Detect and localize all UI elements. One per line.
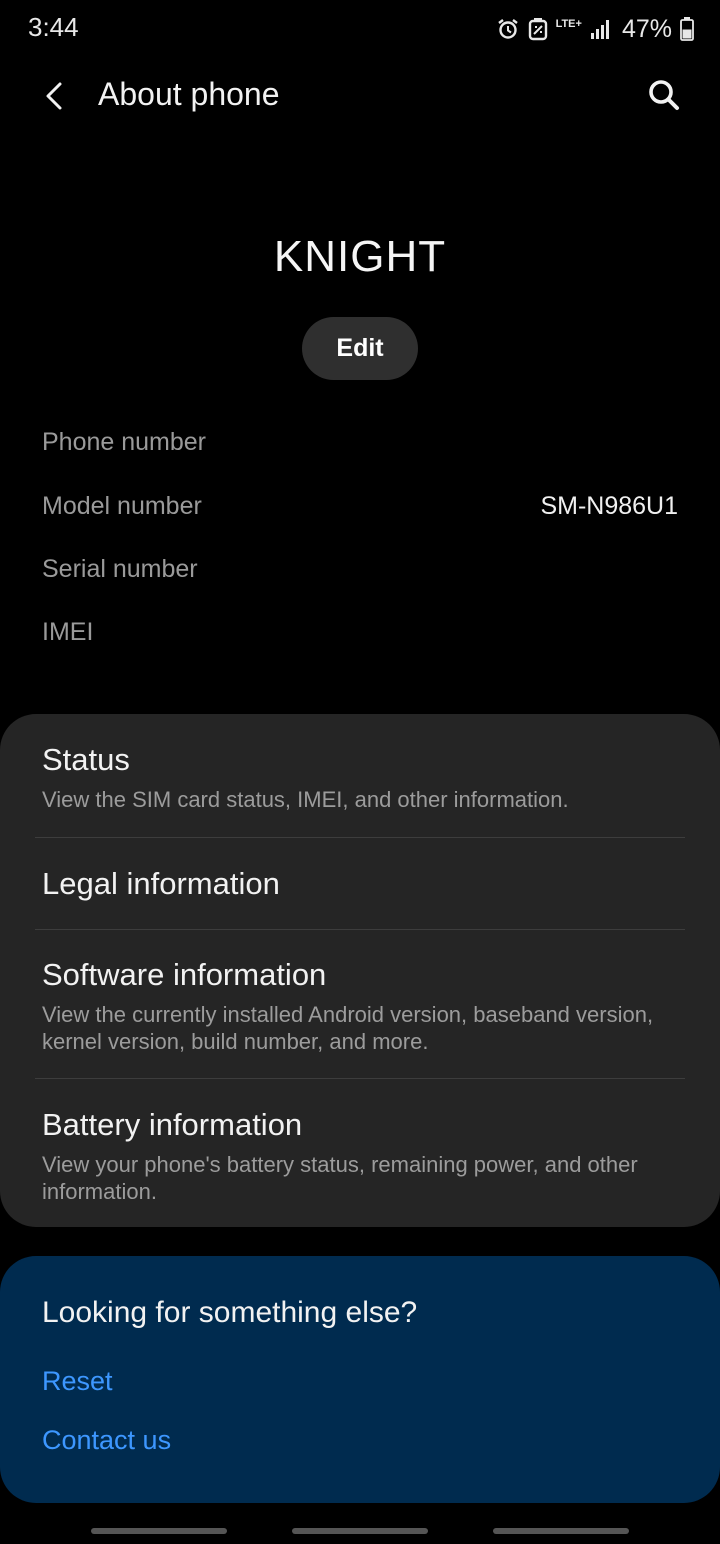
status-icons: LTE+ 47% — [496, 12, 694, 46]
menu-item-title: Battery information — [42, 1107, 303, 1142]
signal-icon — [590, 18, 612, 40]
model-number-value: SM-N986U1 — [540, 492, 678, 520]
network-type-icon: LTE+ — [555, 17, 582, 30]
menu-item-software-information[interactable]: Software information View the currently … — [42, 957, 682, 1055]
imei-row: IMEI — [42, 618, 678, 658]
nav-home-handle[interactable] — [292, 1528, 428, 1534]
phone-number-label: Phone number — [42, 428, 207, 456]
about-menu-card: Status View the SIM card status, IMEI, a… — [0, 714, 720, 1227]
device-name: KNIGHT — [273, 232, 447, 281]
menu-item-title: Status — [42, 742, 130, 777]
help-title: Looking for something else? — [42, 1296, 418, 1329]
phone-number-row: Phone number — [42, 428, 678, 468]
serial-number-label: Serial number — [42, 555, 198, 583]
navigation-bar — [0, 1510, 720, 1544]
model-number-row: Model number SM-N986U1 — [42, 492, 678, 532]
search-icon — [644, 80, 684, 119]
data-saver-icon — [528, 17, 548, 41]
search-button[interactable] — [644, 75, 684, 115]
contact-us-link[interactable]: Contact us — [42, 1425, 171, 1456]
edit-button[interactable]: Edit — [302, 317, 418, 380]
nav-back-handle[interactable] — [493, 1528, 629, 1534]
status-time: 3:44 — [28, 12, 79, 42]
reset-link[interactable]: Reset — [42, 1366, 113, 1397]
menu-item-status[interactable]: Status View the SIM card status, IMEI, a… — [42, 742, 682, 813]
status-bar: 3:44 LTE+ 47% — [0, 0, 720, 58]
model-number-label: Model number — [42, 492, 202, 520]
battery-icon — [680, 17, 694, 41]
help-card: Looking for something else? Reset Contac… — [0, 1256, 720, 1503]
alarm-icon — [496, 17, 520, 41]
menu-item-battery-information[interactable]: Battery information View your phone's ba… — [42, 1107, 682, 1205]
divider — [35, 837, 685, 838]
page-title: About phone — [98, 76, 280, 112]
imei-label: IMEI — [42, 618, 94, 646]
divider — [35, 929, 685, 930]
menu-item-title: Software information — [42, 957, 327, 992]
nav-recents-handle[interactable] — [91, 1528, 227, 1534]
back-arrow-icon — [36, 82, 76, 120]
menu-item-title: Legal information — [42, 866, 280, 901]
app-bar: About phone — [0, 58, 720, 134]
menu-item-subtitle: View the currently installed Android ver… — [42, 1002, 654, 1054]
back-button[interactable] — [36, 76, 76, 116]
serial-number-row: Serial number — [42, 555, 678, 595]
menu-item-subtitle: View the SIM card status, IMEI, and othe… — [42, 787, 569, 812]
battery-percentage: 47% — [621, 14, 672, 43]
menu-item-legal-information[interactable]: Legal information — [42, 866, 682, 902]
menu-item-subtitle: View your phone's battery status, remain… — [42, 1152, 638, 1204]
divider — [35, 1078, 685, 1079]
